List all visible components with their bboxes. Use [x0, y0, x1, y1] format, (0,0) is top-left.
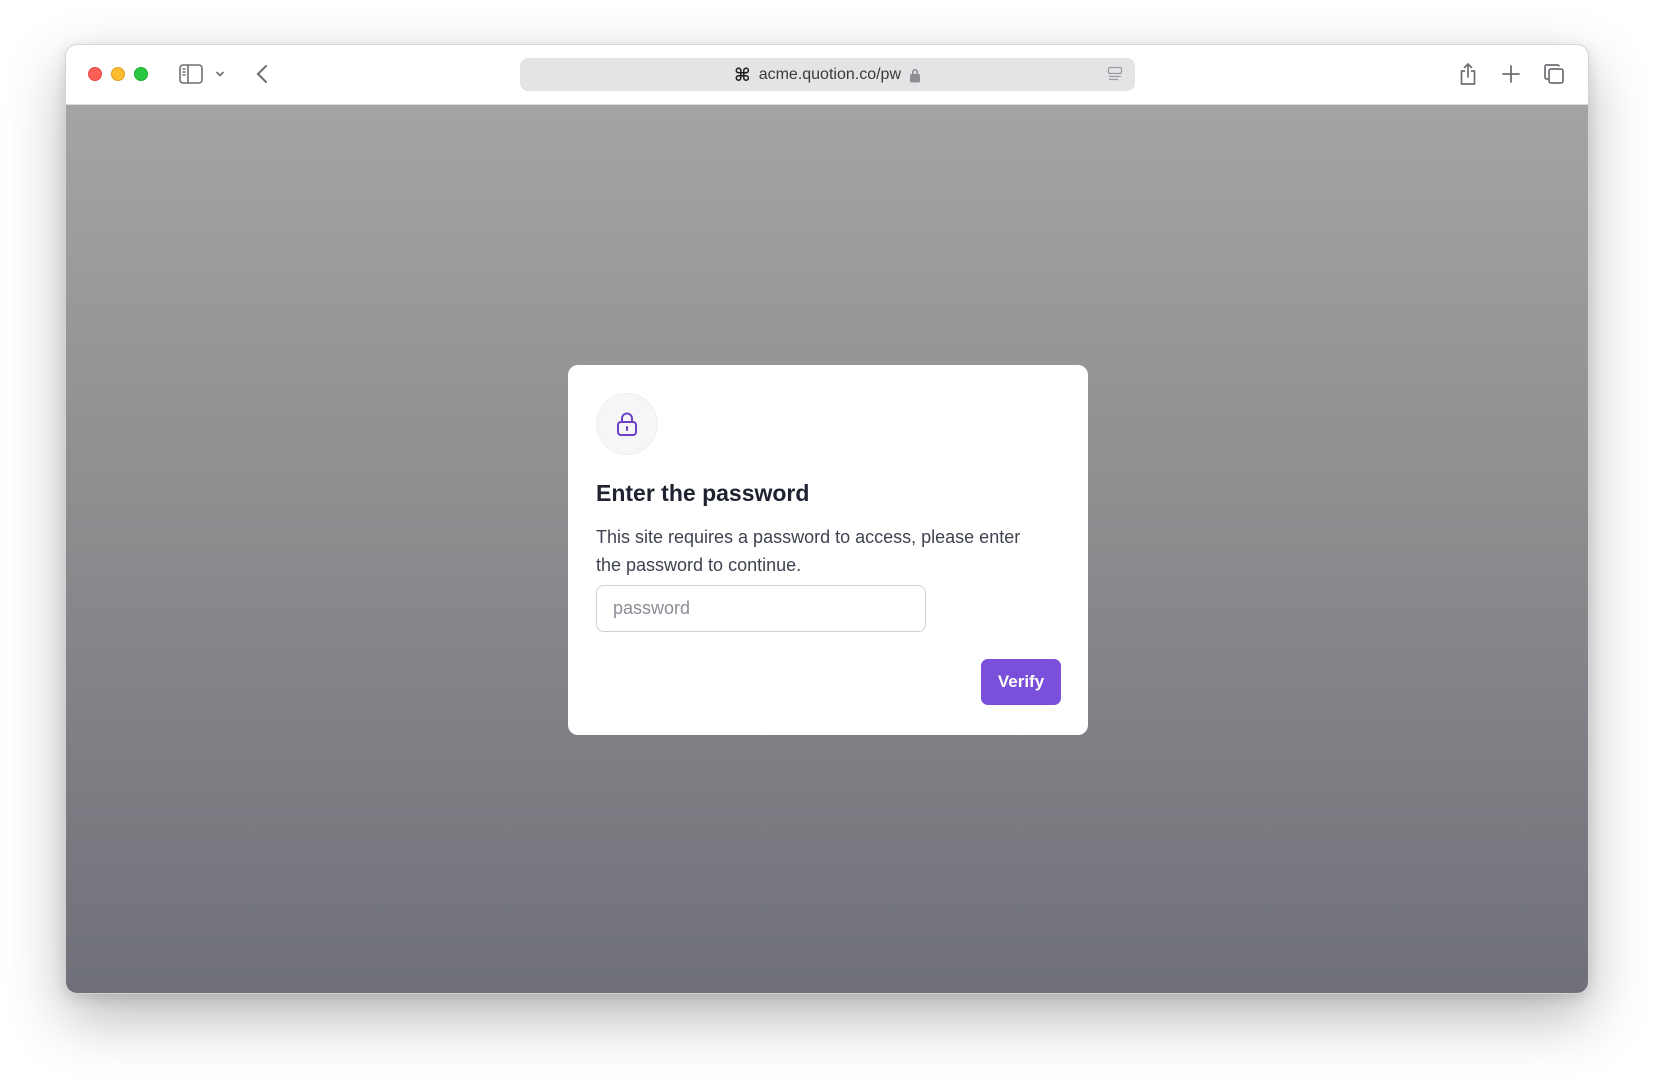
- tab-overview-icon[interactable]: [1542, 62, 1566, 86]
- share-icon[interactable]: [1456, 60, 1480, 88]
- plus-icon[interactable]: [1499, 62, 1523, 86]
- chevron-down-icon[interactable]: [214, 67, 226, 81]
- browser-toolbar: ⌘ acme.quotion.co/pw: [66, 45, 1588, 105]
- verify-button[interactable]: Verify: [981, 659, 1061, 705]
- lock-icon: [909, 67, 921, 83]
- address-content: ⌘ acme.quotion.co/pw: [520, 58, 1135, 91]
- url-text: acme.quotion.co/pw: [758, 65, 901, 83]
- minimize-window-button[interactable]: [111, 67, 125, 81]
- back-icon[interactable]: [254, 63, 270, 85]
- sidebar-icon[interactable]: [178, 62, 204, 86]
- reader-icon[interactable]: [1107, 66, 1123, 87]
- password-dialog: Enter the password This site requires a …: [568, 365, 1088, 735]
- fullscreen-window-button[interactable]: [134, 67, 148, 81]
- password-input[interactable]: [596, 585, 926, 632]
- lock-icon: [596, 393, 658, 455]
- dialog-title: Enter the password: [596, 480, 810, 506]
- close-window-button[interactable]: [88, 67, 102, 81]
- page-content: Enter the password This site requires a …: [66, 105, 1588, 993]
- address-bar[interactable]: ⌘ acme.quotion.co/pw: [520, 58, 1135, 91]
- command-icon: ⌘: [733, 64, 751, 85]
- dialog-description: This site requires a password to access,…: [596, 527, 1021, 575]
- browser-window: ⌘ acme.quotion.co/pw Enter the password …: [65, 44, 1589, 994]
